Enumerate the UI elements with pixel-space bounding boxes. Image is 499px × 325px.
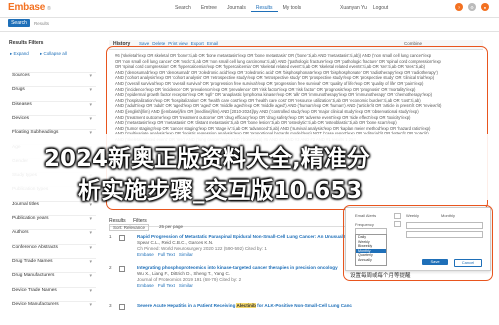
result-number: 3 — [109, 303, 112, 308]
embase-link[interactable]: Embase — [137, 283, 154, 289]
user-name[interactable]: Xuanyan Yu — [340, 5, 367, 11]
facet-label: Device Manufacturers — [12, 301, 59, 307]
result-checkbox[interactable] — [119, 266, 125, 272]
result-number: 1 — [109, 234, 112, 239]
breadcrumb: Results — [34, 21, 50, 26]
nav-my-tools[interactable]: My tools — [278, 5, 307, 12]
facet-sources[interactable]: Sources ▾ — [12, 72, 96, 81]
chevron-down-icon: ▾ — [89, 287, 92, 294]
chevron-down-icon: ▾ — [89, 301, 92, 308]
facet-label: Devices — [12, 115, 30, 121]
result-title[interactable]: Rapid Progression of Metastatic Paraspin… — [137, 234, 352, 240]
facet-label: Drug Manufacturers — [12, 273, 55, 279]
facet-conference-abstracts[interactable]: Conference Abstracts ▾ — [12, 243, 96, 253]
sub-bar — [0, 17, 499, 32]
result-checkbox[interactable] — [119, 235, 125, 241]
chevron-down-icon: ▾ — [89, 101, 92, 108]
result-authors: Spear C.L., Reid C.B.C., Garces K.N. — [137, 240, 214, 245]
facet-publication-years[interactable]: Publication years ▾ — [12, 215, 96, 224]
nav-journals[interactable]: Journals — [222, 5, 251, 12]
similar-link[interactable]: Similar — [179, 283, 193, 289]
nav-search[interactable]: Search — [170, 5, 196, 12]
result-number: 2 — [109, 265, 112, 270]
user-menu: Xuanyan Yu Logout — [340, 5, 388, 11]
chevron-down-icon: ▾ — [89, 258, 92, 265]
collapse-all-link[interactable]: ▸ Collapse all — [40, 51, 67, 57]
top-nav: Search Emtree Journals Results My tools — [170, 5, 306, 12]
result-source: Ch Pinned: World Neurosurgery 2020 122 (… — [137, 246, 267, 251]
overlay-text-line1: 2024新奥正版资料大全,精准分 — [44, 146, 370, 172]
facet-label: Device Trade Names — [12, 287, 57, 293]
chevron-down-icon: ▾ — [89, 244, 92, 251]
nav-emtree[interactable]: Emtree — [196, 5, 222, 12]
nav-results[interactable]: Results — [250, 5, 278, 12]
facet-device-trade-names[interactable]: Device Trade Names ▾ — [12, 286, 96, 296]
result-actions: Embase Full Text Similar — [137, 283, 193, 289]
facet-label: Diseases — [12, 101, 32, 107]
result-item: 3 Severe Acute Hepatitis in a Patient Re… — [109, 303, 354, 323]
top-icons: ? ⚙ ● — [455, 3, 489, 11]
facet-label: Sources — [12, 73, 30, 78]
chevron-down-icon: ▾ — [89, 87, 92, 94]
chevron-down-icon: ▾ — [89, 115, 92, 122]
facet-label: Drug Trade Names — [12, 258, 53, 264]
highlight-frame-popup — [343, 205, 493, 281]
embase-logo[interactable]: Embase ® — [8, 2, 51, 13]
result-title[interactable]: Integrating phosphoproteomics into kinas… — [137, 265, 352, 271]
facet-authors[interactable]: Authors ▾ — [12, 229, 96, 238]
result-source: Journal of Proteomics 2019 191 (68-79) C… — [137, 277, 242, 282]
sort-select[interactable]: Sort: Relevance — [109, 224, 150, 231]
logout-link[interactable]: Logout — [373, 5, 388, 11]
facet-diseases[interactable]: Diseases ▾ — [12, 100, 96, 110]
top-bar: Embase ® Search Emtree Journals Results M… — [0, 0, 499, 18]
facet-label: Conference Abstracts — [12, 244, 58, 250]
chevron-down-icon: ▾ — [89, 216, 92, 222]
facet-device-manufacturers[interactable]: Device Manufacturers ▾ — [12, 300, 96, 310]
facet-label: Publication years — [12, 216, 49, 221]
facet-label: Drugs — [12, 87, 25, 93]
help-icon[interactable]: ? — [455, 3, 463, 11]
overlay-text-line2: 析实施步骤_交互版10.653 — [78, 178, 363, 204]
user-icon[interactable]: ● — [481, 3, 489, 11]
search-term-highlight: Alectinib — [236, 303, 256, 308]
expand-link[interactable]: ▸ Expand — [10, 51, 29, 57]
sort-bar: Sort: Relevance 25 per page — [109, 224, 359, 232]
facet-drug-trade-names[interactable]: Drug Trade Names ▾ — [12, 257, 96, 267]
result-actions: Embase Full Text Similar — [137, 252, 193, 258]
embase-link[interactable]: Embase — [137, 252, 154, 258]
facet-label: Authors — [12, 230, 29, 236]
result-authors: Wu X., Liang F., Dittrich D., Sheng T., … — [137, 271, 231, 276]
per-page-select[interactable]: 25 per page — [159, 224, 183, 229]
chevron-down-icon: ▾ — [89, 230, 92, 237]
result-checkbox[interactable] — [119, 304, 125, 310]
settings-icon[interactable]: ⚙ — [468, 3, 476, 11]
facet-label: Journal titles — [12, 201, 39, 207]
filters-title: Results Filters — [9, 40, 44, 46]
full-text-link[interactable]: Full Text — [158, 283, 175, 289]
search-button[interactable]: Search — [8, 19, 30, 27]
full-text-link[interactable]: Full Text — [158, 252, 175, 258]
similar-link[interactable]: Similar — [179, 252, 193, 258]
facet-drugs[interactable]: Drugs ▾ — [12, 86, 96, 95]
result-title[interactable]: Severe Acute Hepatitis in a Patient Rece… — [137, 303, 352, 309]
popup-caption: 设置每周或每个月等提醒 — [350, 273, 411, 279]
result-item: 1 Rapid Progression of Metastatic Parasp… — [109, 234, 354, 258]
result-item: 2 Integrating phosphoproteomics into kin… — [109, 265, 354, 289]
chevron-down-icon: ▾ — [89, 273, 92, 280]
facet-devices[interactable]: Devices ▾ — [12, 114, 96, 124]
chevron-down-icon: ▾ — [89, 73, 92, 79]
facet-drug-manufacturers[interactable]: Drug Manufacturers ▾ — [12, 272, 96, 281]
